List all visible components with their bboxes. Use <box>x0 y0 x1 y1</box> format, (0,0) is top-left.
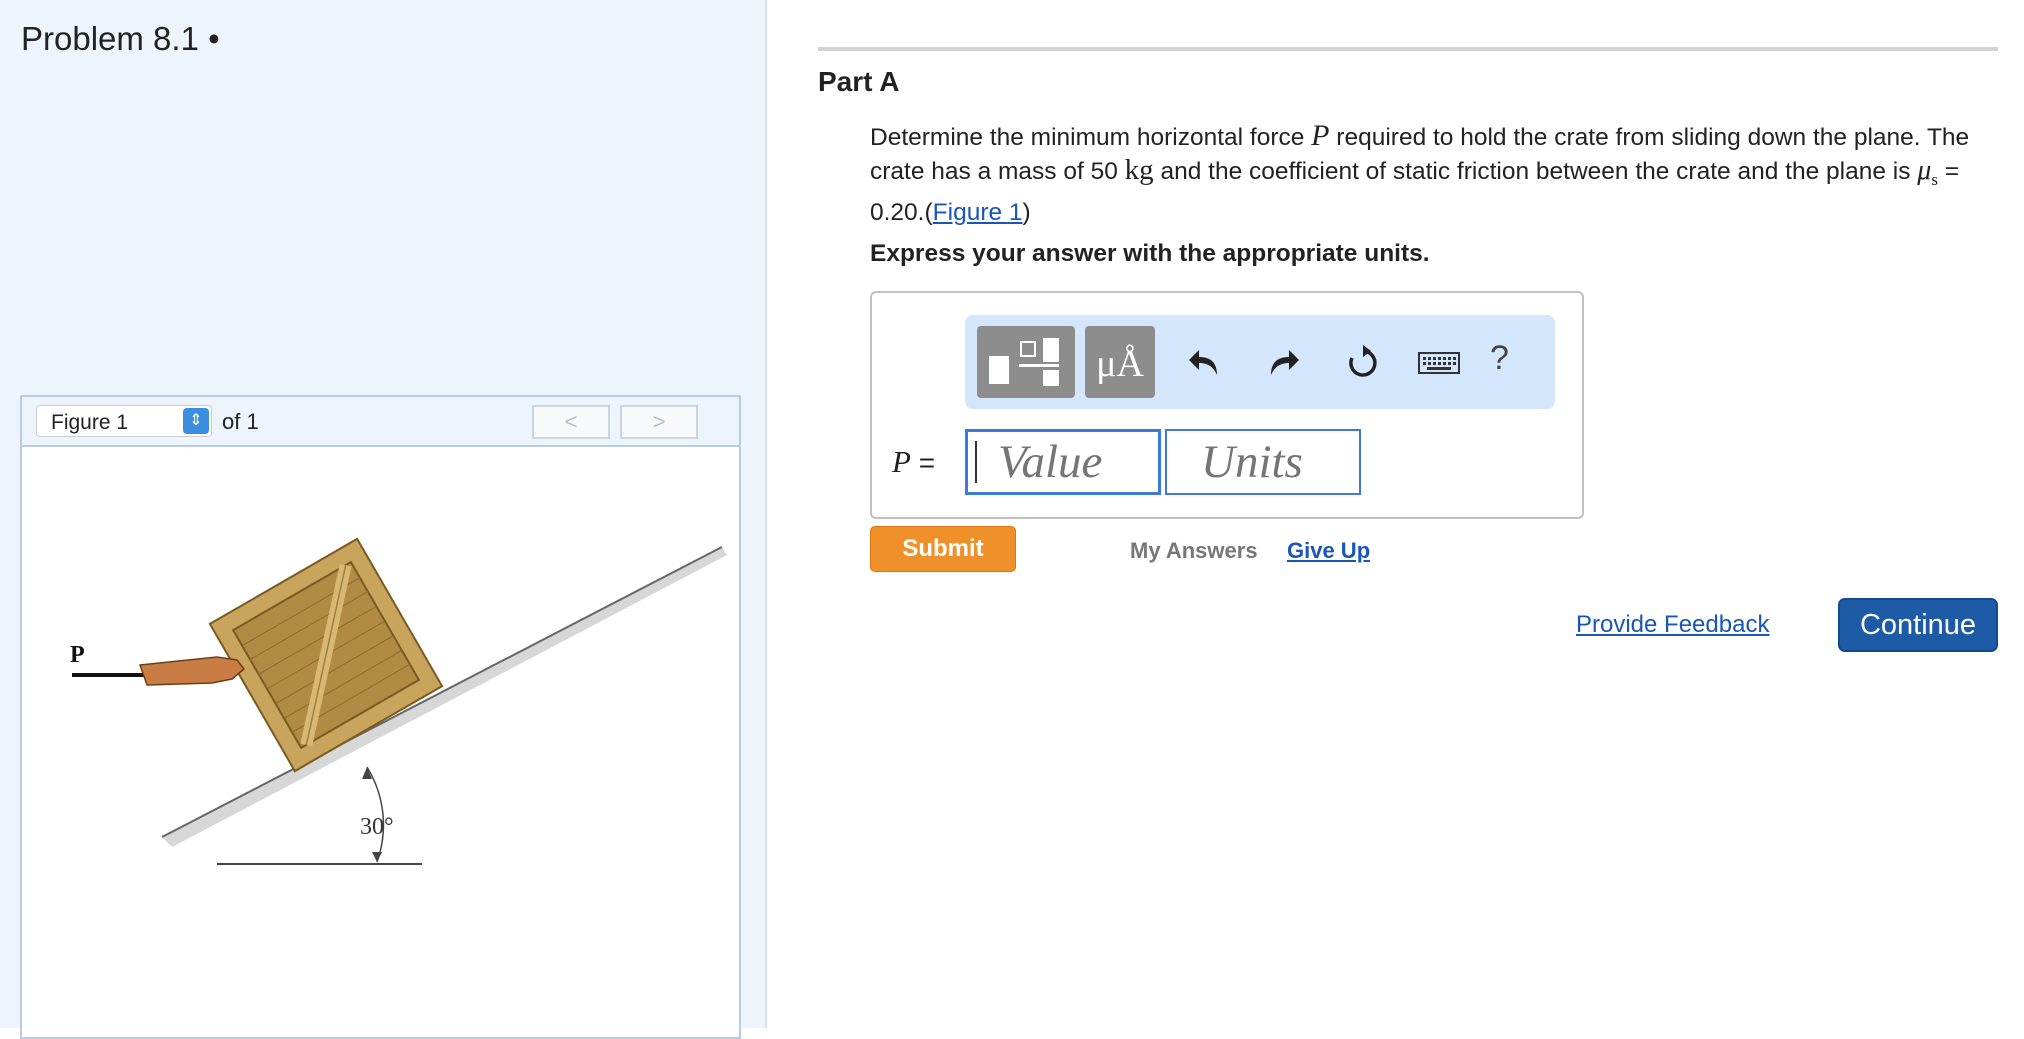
templates-icon <box>989 338 1059 386</box>
figure-count: of 1 <box>222 409 259 434</box>
next-figure-button[interactable]: > <box>620 405 698 439</box>
continue-button[interactable]: Continue <box>1838 598 1998 652</box>
figure-select-value: Figure 1 <box>51 411 129 434</box>
force-variable: P <box>1311 119 1330 152</box>
undo-icon[interactable] <box>1187 345 1223 381</box>
submit-button[interactable]: Submit <box>870 526 1016 572</box>
answer-label: P = <box>892 444 936 479</box>
figure-panel: Figure 1 ⇕ of 1 < > 30° P <box>20 395 741 1039</box>
my-answers-link[interactable]: My Answers <box>1130 538 1258 564</box>
answer-box: μÅ ? P = <box>870 291 1584 519</box>
give-up-link[interactable]: Give Up <box>1287 538 1370 564</box>
angle-label: 30° <box>360 814 394 840</box>
figure-toolbar: Figure 1 ⇕ of 1 < > <box>22 397 739 447</box>
left-panel: Problem 8.1 • Figure 1 ⇕ of 1 < > 30° P <box>0 0 767 1039</box>
templates-button[interactable] <box>977 326 1075 398</box>
provide-feedback-link[interactable]: Provide Feedback <box>1576 611 1769 639</box>
incline-plane <box>162 547 727 847</box>
hand-icon <box>138 656 246 686</box>
math-toolbar: μÅ ? <box>965 315 1555 409</box>
chevron-updown-icon: ⇕ <box>183 408 209 434</box>
keyboard-icon[interactable] <box>1417 345 1461 381</box>
instruction-text: Express your answer with the appropriate… <box>870 240 1430 267</box>
mass-unit: kg <box>1124 154 1154 186</box>
problem-title: Problem 8.1 • <box>21 20 220 57</box>
mu-symbol: μ <box>1917 155 1932 186</box>
redo-icon[interactable] <box>1265 345 1301 381</box>
section-divider <box>818 47 1998 51</box>
text-caret <box>975 441 977 483</box>
help-button[interactable]: ? <box>1490 339 1509 378</box>
mu-subscript: s <box>1931 170 1938 189</box>
figure-select[interactable]: Figure 1 ⇕ <box>36 405 212 437</box>
units-input[interactable] <box>1165 429 1361 495</box>
question-text: Determine the minimum horizontal force P… <box>870 119 1970 226</box>
force-label: P <box>70 642 85 668</box>
part-title: Part A <box>818 66 900 97</box>
reset-icon[interactable] <box>1345 345 1381 381</box>
figure-link[interactable]: Figure 1 <box>933 199 1023 226</box>
value-input[interactable] <box>965 429 1161 495</box>
figure-image: 30° P <box>70 537 727 865</box>
prev-figure-button[interactable]: < <box>532 405 610 439</box>
crate-icon <box>208 537 444 773</box>
units-toolbar-button[interactable]: μÅ <box>1085 326 1155 398</box>
